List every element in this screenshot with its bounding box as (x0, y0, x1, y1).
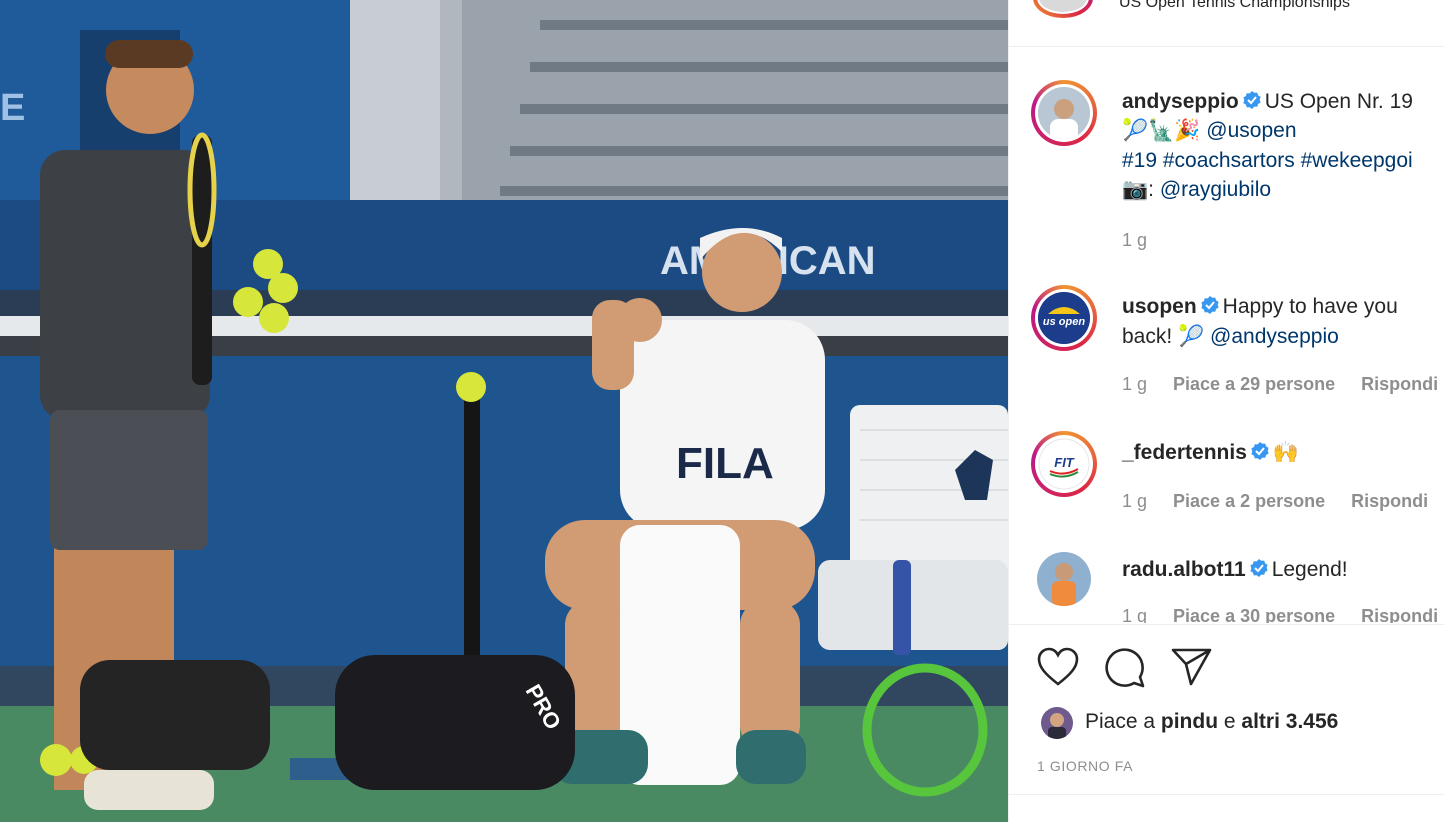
raised-hands-emoji: 🙌 (1272, 441, 1300, 464)
verified-badge-icon (1243, 91, 1261, 109)
svg-text:E: E (0, 87, 25, 129)
likes-and: e (1223, 710, 1236, 733)
post-sidebar: US Open Tennis Championships andyseppio U… (1008, 0, 1444, 822)
reply-button[interactable]: Rispondi (1361, 606, 1438, 623)
caption-hashtags[interactable]: #19 #coachsartors #wekeepgoi (1122, 149, 1413, 172)
comment-text: Happy to have you (1222, 295, 1398, 318)
caption-mention-photographer[interactable]: @raygiubilo (1160, 178, 1271, 201)
camera-emoji: 📷 (1122, 178, 1149, 201)
post-photo[interactable]: AMERICAN E (0, 0, 1008, 822)
usopen-logo-text: us open (1043, 316, 1085, 328)
comment-time[interactable]: 1 g (1122, 374, 1147, 394)
commenter-avatar[interactable]: FIT (1031, 431, 1097, 497)
shirt-brand-text: FILA (676, 439, 774, 488)
reply-button[interactable]: Rispondi (1361, 374, 1438, 394)
comment-time[interactable]: 1 g (1122, 606, 1147, 623)
paper-plane-icon[interactable] (1171, 647, 1213, 687)
comment-text-2: back! (1122, 325, 1173, 348)
verified-badge-icon (1201, 296, 1219, 314)
caption-time[interactable]: 1 g (1122, 230, 1147, 250)
post-timestamp[interactable]: 1 GIORNO FA (1037, 758, 1133, 774)
comment-username[interactable]: _federtennis (1122, 441, 1247, 464)
caption-emoji: 🎾🗽🎉 (1122, 119, 1201, 142)
caption-separator: : (1148, 178, 1154, 201)
tennis-emoji: 🎾 (1178, 325, 1205, 348)
liker-avatar[interactable] (1041, 707, 1073, 739)
comment-username[interactable]: radu.albot11 (1122, 558, 1246, 581)
verified-badge-icon (1251, 442, 1269, 460)
comment-username[interactable]: usopen (1122, 295, 1197, 318)
likes-prefix: Piace a (1085, 710, 1156, 733)
liker-username[interactable]: pindu (1161, 710, 1218, 733)
tennis-practice-photo: AMERICAN E (0, 0, 1008, 822)
caption-text: US Open Nr. 19 (1264, 90, 1413, 113)
verified-badge-icon (1250, 559, 1268, 577)
commenter-avatar[interactable] (1037, 552, 1091, 606)
comment-text: Legend! (1271, 558, 1348, 581)
comment-likes[interactable]: Piace a 30 persone (1173, 606, 1335, 623)
heart-icon[interactable] (1037, 647, 1079, 687)
caption-mention-usopen[interactable]: @usopen (1206, 119, 1296, 142)
post-actions: Piace a pindu e altri 3.456 1 GIORNO FA (1009, 624, 1444, 795)
author-avatar[interactable] (1031, 80, 1097, 146)
commenter-avatar[interactable]: us open (1031, 285, 1097, 351)
comment-likes[interactable]: Piace a 29 persone (1173, 374, 1335, 394)
comment-likes[interactable]: Piace a 2 persone (1173, 491, 1325, 511)
post-location[interactable]: US Open Tennis Championships (1119, 0, 1350, 12)
header-avatar[interactable] (1033, 0, 1093, 18)
reply-button[interactable]: Rispondi (1351, 491, 1428, 511)
comment-mention[interactable]: @andyseppio (1210, 325, 1339, 348)
divider (1009, 794, 1444, 795)
comment-time[interactable]: 1 g (1122, 491, 1147, 511)
caption-username[interactable]: andyseppio (1122, 90, 1239, 113)
likes-count[interactable]: altri 3.456 (1241, 710, 1338, 733)
fit-logo-text: FIT (1054, 455, 1075, 470)
comments-list[interactable]: andyseppio US Open Nr. 19 🎾🗽🎉 @usopen #19… (1009, 47, 1444, 623)
post-header: US Open Tennis Championships (1009, 0, 1444, 47)
comment-icon[interactable] (1104, 647, 1146, 689)
